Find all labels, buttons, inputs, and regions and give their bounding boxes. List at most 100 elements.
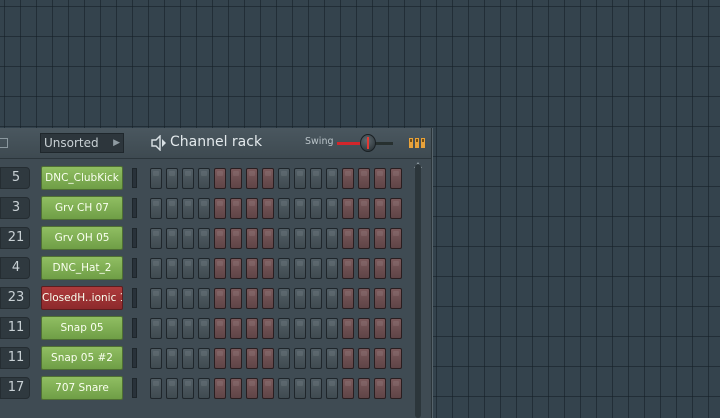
channel-select-indicator[interactable] (132, 378, 137, 398)
channel-name-button[interactable]: DNC_Hat_2 (41, 256, 123, 280)
step-button[interactable] (150, 168, 162, 189)
step-button[interactable] (262, 258, 274, 279)
step-button[interactable] (326, 288, 338, 309)
step-button[interactable] (310, 198, 322, 219)
step-button[interactable] (246, 348, 258, 369)
step-button[interactable] (342, 318, 354, 339)
step-button[interactable] (230, 228, 242, 249)
channel-name-button[interactable]: Snap 05 #2 (41, 346, 123, 370)
step-button[interactable] (326, 228, 338, 249)
step-button[interactable] (326, 168, 338, 189)
step-button[interactable] (182, 348, 194, 369)
step-button[interactable] (294, 378, 306, 399)
step-button[interactable] (262, 318, 274, 339)
step-button[interactable] (246, 168, 258, 189)
channel-name-button[interactable]: Grv CH 07 (41, 196, 123, 220)
step-button[interactable] (262, 168, 274, 189)
channel-row[interactable]: 21 Grv OH 05 (0, 224, 431, 254)
step-button[interactable] (214, 258, 226, 279)
step-button[interactable] (278, 198, 290, 219)
step-button[interactable] (230, 378, 242, 399)
step-button[interactable] (278, 288, 290, 309)
step-button[interactable] (310, 378, 322, 399)
swing-knob[interactable] (360, 134, 376, 152)
step-button[interactable] (182, 288, 194, 309)
step-button[interactable] (390, 228, 402, 249)
step-button[interactable] (326, 348, 338, 369)
step-button[interactable] (198, 348, 210, 369)
speaker-icon[interactable] (151, 135, 167, 151)
step-button[interactable] (358, 348, 370, 369)
step-button[interactable] (198, 258, 210, 279)
step-button[interactable] (230, 168, 242, 189)
step-button[interactable] (166, 198, 178, 219)
channel-select-indicator[interactable] (132, 258, 137, 278)
step-button[interactable] (182, 318, 194, 339)
step-button[interactable] (326, 318, 338, 339)
step-button[interactable] (262, 228, 274, 249)
step-button[interactable] (358, 198, 370, 219)
folder-icon[interactable] (0, 138, 8, 148)
channel-name-button[interactable]: Snap 05 (41, 316, 123, 340)
step-button[interactable] (262, 288, 274, 309)
step-button[interactable] (230, 348, 242, 369)
step-button[interactable] (294, 258, 306, 279)
step-button[interactable] (294, 198, 306, 219)
channel-select-indicator[interactable] (132, 228, 137, 248)
step-button[interactable] (374, 228, 386, 249)
step-button[interactable] (230, 198, 242, 219)
step-button[interactable] (310, 318, 322, 339)
step-button[interactable] (166, 228, 178, 249)
step-button[interactable] (230, 258, 242, 279)
step-button[interactable] (246, 288, 258, 309)
step-button[interactable] (182, 228, 194, 249)
step-button[interactable] (342, 288, 354, 309)
step-button[interactable] (198, 288, 210, 309)
step-button[interactable] (326, 198, 338, 219)
step-button[interactable] (374, 318, 386, 339)
step-button[interactable] (310, 348, 322, 369)
channel-name-button[interactable]: ClosedH..ionic 1 (41, 286, 123, 310)
step-button[interactable] (166, 288, 178, 309)
step-button[interactable] (262, 348, 274, 369)
step-button[interactable] (182, 198, 194, 219)
step-button[interactable] (182, 168, 194, 189)
step-button[interactable] (246, 378, 258, 399)
step-button[interactable] (246, 228, 258, 249)
step-button[interactable] (214, 348, 226, 369)
mixer-track-number[interactable]: 5 (0, 167, 30, 189)
step-button[interactable] (214, 198, 226, 219)
step-button[interactable] (294, 318, 306, 339)
step-button[interactable] (262, 198, 274, 219)
mixer-track-number[interactable]: 11 (0, 347, 30, 369)
step-button[interactable] (230, 318, 242, 339)
step-button[interactable] (358, 258, 370, 279)
step-button[interactable] (374, 168, 386, 189)
step-button[interactable] (278, 348, 290, 369)
channel-name-button[interactable]: DNC_ClubKick (41, 166, 123, 190)
step-button[interactable] (166, 168, 178, 189)
step-button[interactable] (390, 288, 402, 309)
step-button[interactable] (150, 198, 162, 219)
mixer-track-number[interactable]: 21 (0, 227, 30, 249)
step-button[interactable] (342, 168, 354, 189)
step-button[interactable] (342, 348, 354, 369)
step-button[interactable] (230, 288, 242, 309)
step-button[interactable] (246, 198, 258, 219)
step-button[interactable] (374, 348, 386, 369)
mixer-track-number[interactable]: 3 (0, 197, 30, 219)
step-button[interactable] (150, 288, 162, 309)
channel-name-button[interactable]: 707 Snare (41, 376, 123, 400)
step-button[interactable] (198, 228, 210, 249)
step-button[interactable] (342, 228, 354, 249)
step-button[interactable] (358, 228, 370, 249)
mixer-track-number[interactable]: 4 (0, 257, 30, 279)
step-button[interactable] (390, 348, 402, 369)
step-button[interactable] (342, 378, 354, 399)
step-button[interactable] (278, 228, 290, 249)
step-button[interactable] (374, 198, 386, 219)
step-button[interactable] (294, 348, 306, 369)
channel-row[interactable]: 17 707 Snare (0, 374, 431, 404)
step-button[interactable] (358, 288, 370, 309)
channel-row[interactable]: 11 Snap 05 (0, 314, 431, 344)
